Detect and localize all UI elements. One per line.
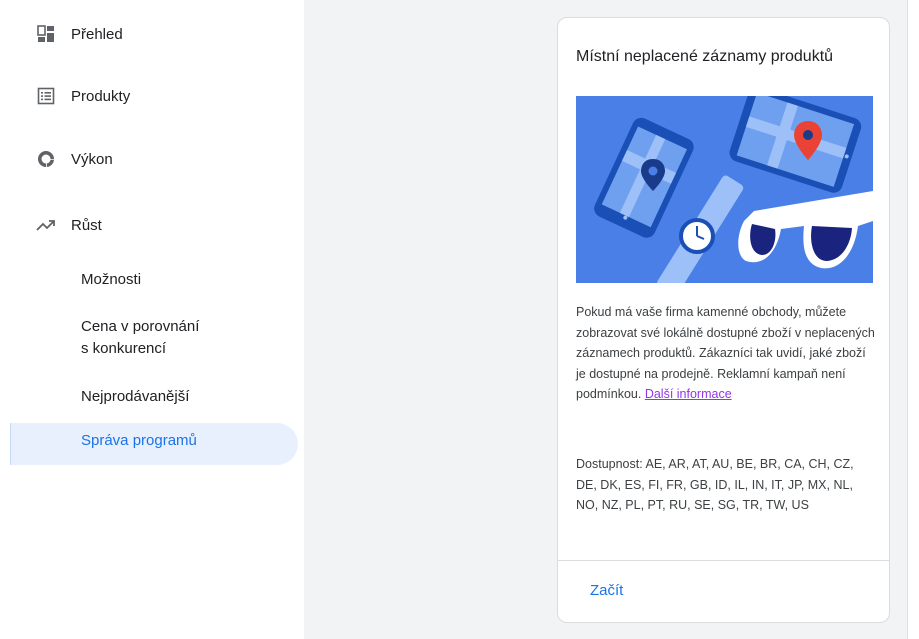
sidebar-subitem-label: Cena v porovnání s konkurencí bbox=[81, 318, 200, 357]
donut-chart-icon bbox=[36, 149, 56, 169]
card-divider bbox=[558, 560, 889, 561]
availability-text: Dostupnost: AE, AR, AT, AU, BE, BR, CA, … bbox=[576, 457, 854, 512]
card-description: Pokud má vaše firma kamenné obchody, můž… bbox=[576, 302, 876, 405]
sidebar-item-label: Růst bbox=[71, 216, 102, 234]
get-started-button[interactable]: Začít bbox=[590, 582, 623, 599]
sidebar-subitem-label: Správa programů bbox=[81, 432, 197, 449]
sidebar-item-label: Produkty bbox=[71, 87, 131, 105]
sidebar-subitem-program-management[interactable]: Správa programů bbox=[10, 423, 298, 465]
list-icon bbox=[36, 86, 56, 106]
sidebar-item-products[interactable]: Produkty bbox=[0, 76, 304, 116]
right-panel-edge bbox=[907, 0, 919, 639]
sidebar: Přehled Produkty Výkon Růst Možnosti Cen… bbox=[0, 0, 304, 639]
learn-more-link[interactable]: Další informace bbox=[645, 387, 732, 401]
maps-phones-watch-sunglasses-illustration bbox=[576, 86, 873, 296]
program-card: Místní neplacené záznamy produktů Pokud … bbox=[557, 17, 890, 623]
trending-up-icon bbox=[36, 215, 56, 235]
sidebar-item-label: Výkon bbox=[71, 150, 113, 168]
sidebar-item-growth[interactable]: Růst bbox=[0, 205, 304, 245]
sidebar-item-overview[interactable]: Přehled bbox=[0, 14, 304, 54]
main-content: Místní neplacené záznamy produktů Pokud … bbox=[304, 0, 919, 639]
sidebar-subitem-label: Nejprodávanější bbox=[81, 388, 190, 405]
sidebar-item-performance[interactable]: Výkon bbox=[0, 139, 304, 179]
sidebar-item-label: Přehled bbox=[71, 25, 123, 43]
sidebar-subitem-price-competitiveness[interactable]: Cena v porovnání s konkurencí bbox=[10, 315, 297, 361]
sidebar-subitem-label: Možnosti bbox=[81, 271, 142, 288]
sidebar-subitem-opportunities[interactable]: Možnosti bbox=[10, 268, 297, 292]
card-title: Místní neplacené záznamy produktů bbox=[576, 48, 834, 65]
dashboard-icon bbox=[36, 24, 56, 44]
sidebar-subitem-best-sellers[interactable]: Nejprodávanější bbox=[10, 385, 297, 409]
